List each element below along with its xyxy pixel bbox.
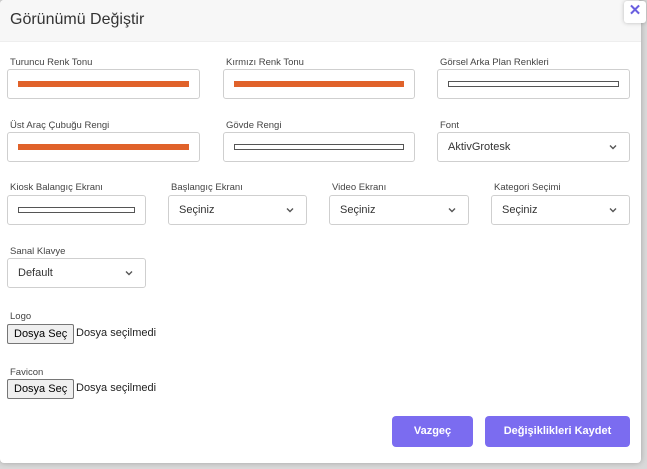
- chevron-down-icon: [609, 145, 617, 150]
- baslangic-ekrani-select[interactable]: Seçiniz: [168, 195, 307, 225]
- kategori-secimi-label: Kategori Seçimi: [494, 182, 561, 193]
- kirmizi-color-picker[interactable]: [223, 69, 415, 99]
- chevron-down-icon: [609, 208, 617, 213]
- save-changes-button[interactable]: Değişiklikleri Kaydet: [485, 416, 630, 447]
- kategori-secimi-value: Seçiniz: [502, 204, 538, 216]
- kirmizi-swatch: [234, 81, 404, 87]
- font-select-value: AktivGrotesk: [448, 141, 511, 153]
- ust-arac-cubugu-color-picker[interactable]: [7, 132, 200, 162]
- ust-arac-cubugu-swatch: [18, 144, 189, 150]
- logo-choose-file-button[interactable]: Dosya Seç: [7, 324, 75, 344]
- govde-color-picker[interactable]: [223, 132, 415, 162]
- font-label: Font: [440, 120, 460, 131]
- turuncu-color-picker[interactable]: [7, 69, 200, 99]
- chevron-down-icon: [125, 271, 133, 276]
- modal-title: Görünümü Değiştir: [10, 11, 145, 28]
- sanal-klavye-label: Sanal Klavye: [10, 246, 66, 257]
- kiosk-baslangic-color-picker[interactable]: [7, 195, 146, 225]
- ust-arac-cubugu-label: Üst Araç Çubuğu Rengi: [10, 120, 110, 131]
- turuncu-label: Turuncu Renk Tonu: [10, 57, 93, 68]
- sanal-klavye-select[interactable]: Default: [7, 258, 146, 288]
- video-ekrani-label: Video Ekranı: [332, 182, 387, 193]
- favicon-file-input: Dosya Seç Dosya seçilmedi: [7, 379, 207, 399]
- govde-label: Gövde Rengi: [226, 120, 282, 131]
- chevron-down-icon: [448, 208, 456, 213]
- video-ekrani-value: Seçiniz: [340, 204, 376, 216]
- gorsel-arka-plan-label: Görsel Arka Plan Renkleri: [440, 57, 549, 68]
- govde-swatch: [234, 144, 404, 150]
- baslangic-ekrani-value: Seçiniz: [179, 204, 215, 216]
- favicon-label: Favicon: [10, 367, 44, 378]
- chevron-down-icon: [286, 208, 294, 213]
- logo-file-input: Dosya Seç Dosya seçilmedi: [7, 324, 207, 344]
- change-view-modal: Görünümü Değiştir Turuncu Renk Tonu Kırm…: [0, 0, 641, 463]
- favicon-file-status: Dosya seçilmedi: [76, 382, 157, 394]
- font-select[interactable]: AktivGrotesk: [437, 132, 630, 162]
- kiosk-baslangic-label: Kiosk Balangıç Ekranı: [10, 182, 103, 193]
- kiosk-baslangic-swatch: [18, 207, 135, 213]
- kategori-secimi-select[interactable]: Seçiniz: [491, 195, 630, 225]
- gorsel-arka-plan-swatch: [448, 81, 619, 87]
- close-icon[interactable]: ✕: [624, 1, 646, 23]
- modal-header: Görünümü Değiştir: [0, 0, 641, 42]
- logo-label: Logo: [10, 311, 32, 322]
- video-ekrani-select[interactable]: Seçiniz: [329, 195, 469, 225]
- sanal-klavye-value: Default: [18, 267, 53, 279]
- kirmizi-label: Kırmızı Renk Tonu: [226, 57, 304, 68]
- cancel-button[interactable]: Vazgeç: [392, 416, 473, 447]
- favicon-choose-file-button[interactable]: Dosya Seç: [7, 379, 75, 399]
- baslangic-ekrani-label: Başlangıç Ekranı: [171, 182, 243, 193]
- gorsel-arka-plan-color-picker[interactable]: [437, 69, 630, 99]
- turuncu-swatch: [18, 81, 189, 87]
- logo-file-status: Dosya seçilmedi: [76, 327, 157, 339]
